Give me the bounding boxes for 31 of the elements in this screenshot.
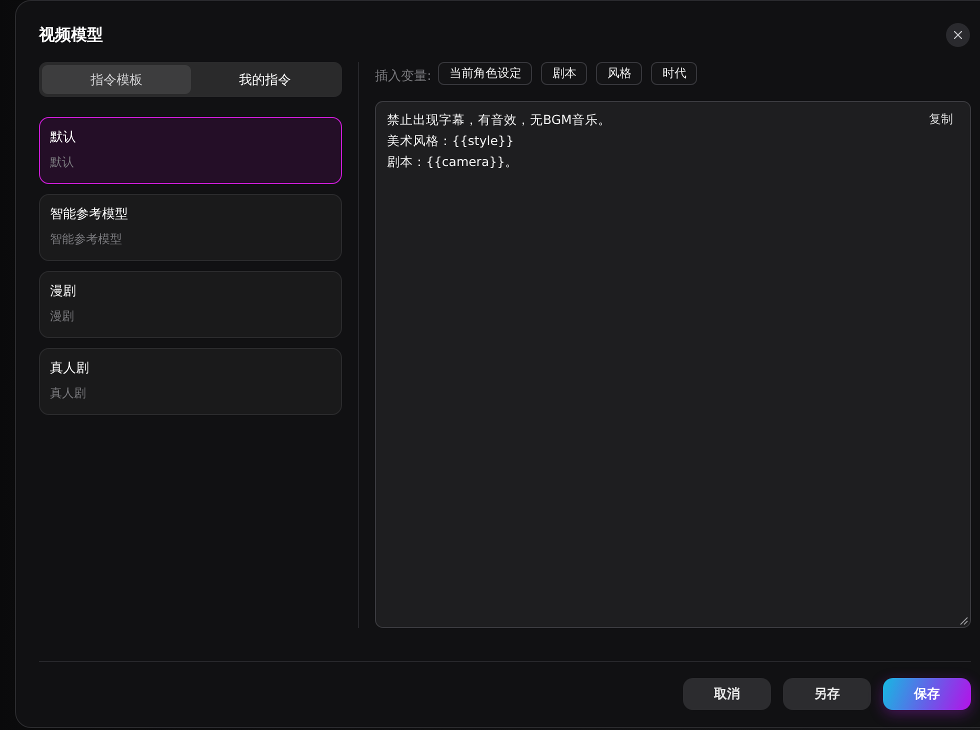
template-card[interactable]: 真人剧 真人剧 (39, 348, 342, 415)
template-title: 默认 (50, 129, 76, 147)
template-subtitle: 真人剧 (50, 385, 86, 401)
dialog-title: 视频模型 (39, 24, 103, 46)
resize-grip-icon[interactable] (960, 617, 968, 625)
variable-chip[interactable]: 剧本 (541, 62, 588, 85)
copy-button[interactable]: 复制 (929, 110, 953, 128)
template-card[interactable]: 默认 默认 (39, 117, 342, 184)
tab[interactable]: 指令模板 (42, 65, 190, 94)
footer-button[interactable]: 取消 (683, 678, 771, 710)
variable-chip[interactable]: 时代 (651, 62, 698, 85)
template-card[interactable]: 漫剧 漫剧 (39, 271, 342, 338)
close-button[interactable] (946, 23, 970, 47)
template-title: 真人剧 (50, 360, 89, 378)
template-card[interactable]: 智能参考模型 智能参考模型 (39, 194, 342, 261)
prompt-line: 剧本：{{camera}}。 (387, 153, 518, 171)
prompt-line: 禁止出现字幕，有音效，无BGM音乐。 (387, 111, 611, 129)
save-button[interactable]: 保存 (883, 678, 971, 710)
variable-chip[interactable]: 当前角色设定 (438, 62, 532, 85)
prompt-editor[interactable]: 禁止出现字幕，有音效，无BGM音乐。 美术风格：{{style}} 剧本：{{camera}}。 复制 (375, 101, 971, 628)
insert-variable-label: 插入变量: (375, 68, 432, 86)
tab[interactable]: 我的指令 (190, 65, 339, 94)
prompt-line: 美术风格：{{style}} (387, 132, 514, 150)
template-title: 智能参考模型 (50, 206, 128, 224)
footer-button[interactable]: 另存 (783, 678, 871, 710)
close-icon (951, 28, 965, 42)
template-subtitle: 智能参考模型 (50, 231, 122, 247)
template-subtitle: 漫剧 (50, 308, 74, 324)
template-subtitle: 默认 (50, 154, 74, 170)
template-title: 漫剧 (50, 283, 76, 301)
variable-chip[interactable]: 风格 (596, 62, 642, 85)
